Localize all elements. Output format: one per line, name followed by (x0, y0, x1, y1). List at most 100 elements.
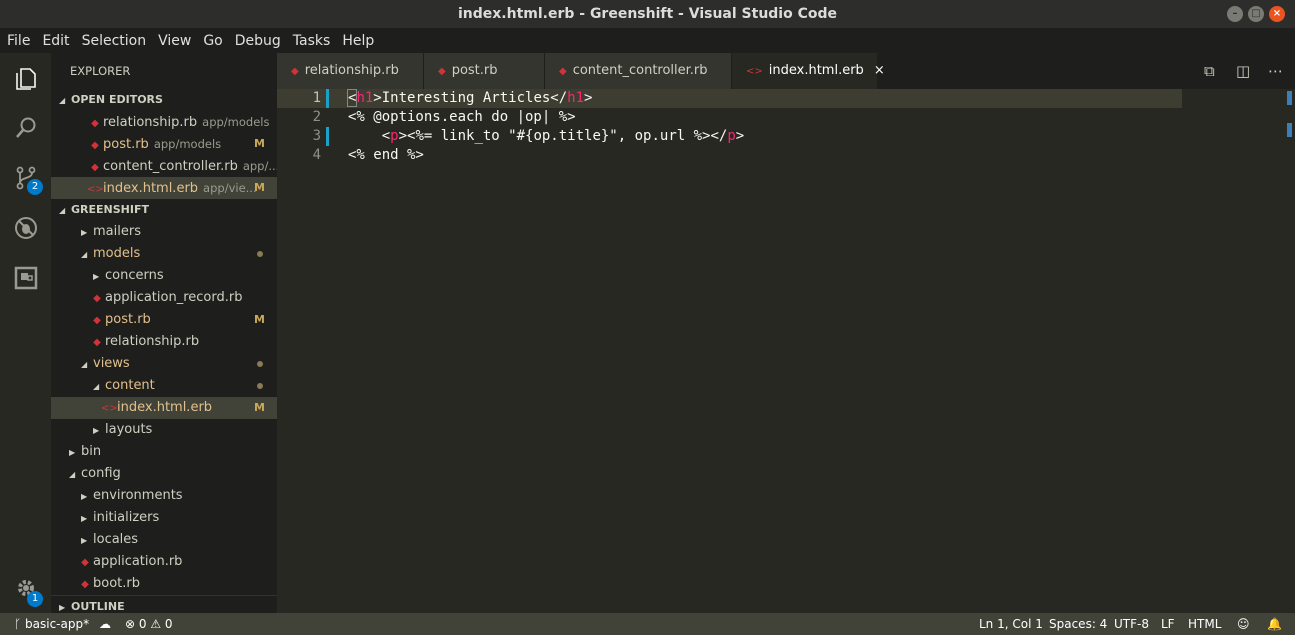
tab-content-controller[interactable]: ◆ content_controller.rb (545, 53, 731, 89)
open-editor-item[interactable]: ◆ relationship.rb app/models (51, 111, 277, 133)
modified-status: M (254, 401, 265, 414)
menu-file[interactable]: File (7, 33, 30, 49)
tab-label: content_controller.rb (572, 63, 708, 78)
open-editor-name: relationship.rb (103, 115, 198, 130)
open-editor-path: app/vie... (203, 181, 257, 195)
open-editor-path: app/models (153, 137, 222, 151)
tab-relationship[interactable]: ◆ relationship.rb (277, 53, 423, 89)
tree-folder[interactable]: ◢ views (51, 353, 277, 375)
tree-folder[interactable]: ▶ environments (51, 485, 277, 507)
chevron-right-icon: ▶ (81, 514, 88, 523)
open-editor-item[interactable]: ◆ content_controller.rb app/... (51, 155, 277, 177)
ruby-file-icon: ◆ (91, 162, 99, 173)
ruby-file-icon: ◆ (93, 337, 101, 348)
branch-name: basic-app* (25, 617, 90, 631)
menu-go[interactable]: Go (203, 33, 222, 49)
tree-label: application_record.rb (105, 290, 243, 305)
ruby-file-icon: ◆ (91, 140, 99, 151)
activity-bar: 2 1 (0, 53, 51, 613)
open-editor-name: content_controller.rb (103, 159, 238, 174)
tree-folder[interactable]: ◢ content (51, 375, 277, 397)
tree-label: layouts (105, 422, 153, 437)
code-text: <% @options.each do |op| %> (348, 109, 576, 125)
modified-dot (257, 251, 263, 257)
language-mode[interactable]: HTML (1188, 613, 1221, 635)
branch-item[interactable]: ᚴ basic-app* (14, 613, 89, 635)
menu-debug[interactable]: Debug (235, 33, 281, 49)
ruby-file-icon: ◆ (81, 579, 89, 590)
open-changes-icon[interactable]: ⧉ (1204, 62, 1215, 80)
open-editor-item[interactable]: ◆ post.rb app/models M (51, 133, 277, 155)
tree-label: concerns (105, 268, 164, 283)
chevron-right-icon: ▶ (69, 448, 76, 457)
tree-file[interactable]: <>index.html.erb M (51, 397, 277, 419)
minimize-button[interactable]: – (1227, 6, 1243, 22)
tree-folder[interactable]: ▶ mailers (51, 221, 277, 243)
cursor-position[interactable]: Ln 1, Col 1 (979, 613, 1043, 635)
tree-folder[interactable]: ◢ config (51, 463, 277, 485)
maximize-button[interactable]: □ (1248, 6, 1264, 22)
open-editor-item[interactable]: <>index.html.erb app/vie... M (51, 177, 277, 199)
split-editor-icon[interactable]: ◫ (1236, 62, 1250, 80)
tree-file[interactable]: ◆ application_record.rb (51, 287, 277, 309)
tree-file[interactable]: ◆ post.rb M (51, 309, 277, 331)
tree-folder[interactable]: ▶ concerns (51, 265, 277, 287)
line-ending[interactable]: LF (1161, 613, 1175, 635)
search-activity[interactable] (0, 103, 51, 153)
tree-file[interactable]: ◆ boot.rb (51, 573, 277, 595)
menu-selection[interactable]: Selection (82, 33, 147, 49)
menu-tasks[interactable]: Tasks (293, 33, 331, 49)
tree-label: models (93, 246, 141, 261)
tree-file[interactable]: ◆ application.rb (51, 551, 277, 573)
files-icon (15, 68, 36, 90)
tree-label: config (81, 466, 121, 481)
chevron-right-icon: ▶ (81, 536, 88, 545)
menu-view[interactable]: View (158, 33, 191, 49)
code-text: <% end %> (348, 147, 424, 163)
ruby-file-icon: ◆ (291, 66, 299, 77)
title-bar: index.html.erb - Greenshift - Visual Stu… (0, 0, 1295, 28)
tree-file[interactable]: ◆ relationship.rb (51, 331, 277, 353)
tab-index-html-erb[interactable]: <> index.html.erb × (732, 53, 885, 89)
tree-folder[interactable]: ▶ locales (51, 529, 277, 551)
outline-header[interactable]: ▶ OUTLINE (51, 595, 277, 613)
ruby-file-icon: ◆ (93, 315, 101, 326)
code-editor[interactable]: 1 <h1>Interesting Articles</h1> 2 <% @op… (277, 89, 1295, 613)
close-window-button[interactable]: × (1269, 6, 1285, 22)
tree-folder[interactable]: ▶ layouts (51, 419, 277, 441)
code-line: 2 <% @options.each do |op| %> (277, 108, 1182, 127)
tree-label: locales (93, 532, 139, 547)
settings-activity[interactable]: 1 (0, 563, 51, 613)
debug-activity[interactable] (0, 203, 51, 253)
tab-post[interactable]: ◆ post.rb (424, 53, 544, 89)
project-header[interactable]: ◢ GREENSHIFT (51, 199, 277, 221)
tree-folder[interactable]: ▶ bin (51, 441, 277, 463)
explorer-activity[interactable] (0, 53, 51, 103)
chevron-down-icon: ◢ (81, 360, 88, 369)
sync-icon[interactable]: ☁ (99, 613, 111, 635)
tree-label: relationship.rb (105, 334, 200, 349)
encoding[interactable]: UTF-8 (1114, 613, 1149, 635)
feedback-icon[interactable]: ☺ (1237, 613, 1250, 635)
chevron-right-icon: ▶ (81, 492, 88, 501)
menu-help[interactable]: Help (342, 33, 374, 49)
close-tab-icon[interactable]: × (874, 63, 885, 78)
ruby-file-icon: ◆ (93, 293, 101, 304)
menu-edit[interactable]: Edit (42, 33, 69, 49)
line-number: 3 (312, 128, 321, 144)
source-control-activity[interactable]: 2 (0, 153, 51, 203)
outline-label: OUTLINE (71, 600, 125, 613)
editor-scrollbar[interactable] (1283, 89, 1295, 613)
more-actions-icon[interactable]: ⋯ (1268, 62, 1283, 80)
extensions-icon (14, 266, 37, 290)
tree-label: mailers (93, 224, 141, 239)
problems-item[interactable]: ⊗ 0 ⚠ 0 (125, 613, 173, 635)
indentation[interactable]: Spaces: 4 (1049, 613, 1107, 635)
tree-folder[interactable]: ▶ initializers (51, 507, 277, 529)
bell-icon[interactable]: 🔔 (1267, 613, 1282, 635)
tree-label: boot.rb (93, 576, 140, 591)
extensions-activity[interactable] (0, 253, 51, 303)
open-editors-header[interactable]: ◢ OPEN EDITORS (51, 89, 277, 111)
tree-folder[interactable]: ◢ models (51, 243, 277, 265)
chevron-right-icon: ▶ (93, 426, 100, 435)
